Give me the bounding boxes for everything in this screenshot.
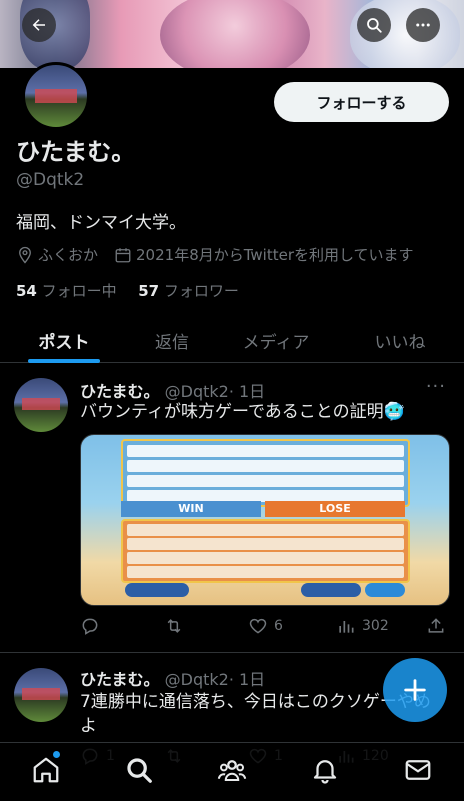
location-icon bbox=[19, 246, 31, 264]
profile-avatar[interactable] bbox=[22, 62, 90, 130]
post-more-button[interactable]: ··· bbox=[426, 376, 446, 397]
like-button[interactable]: 6 bbox=[248, 616, 283, 636]
post-header: ひたまむ。 @Dqtk2· 1日 bbox=[80, 378, 265, 402]
profile-meta: ふくおか 2021年8月からTwitterを利用しています bbox=[16, 244, 414, 265]
post-text: バウンティが味方ゲーであることの証明🥶 bbox=[80, 402, 405, 422]
follow-button[interactable]: フォローする bbox=[274, 82, 449, 122]
calendar-icon bbox=[115, 247, 131, 262]
repost-button[interactable] bbox=[164, 616, 190, 636]
post-author-name[interactable]: ひたまむ。 bbox=[80, 670, 160, 689]
nav-communities[interactable] bbox=[217, 755, 247, 785]
followers-link[interactable]: 57 フォロワー bbox=[138, 282, 239, 300]
tab-posts[interactable]: ポスト bbox=[28, 318, 100, 363]
profile-joined: 2021年8月からTwitterを利用しています bbox=[136, 246, 414, 264]
communities-icon bbox=[217, 760, 247, 781]
game-win-label: WIN bbox=[121, 501, 261, 517]
active-tab-indicator bbox=[28, 359, 100, 363]
tab-replies[interactable]: 返信 bbox=[144, 318, 200, 362]
profile-banner bbox=[0, 0, 464, 68]
post-avatar[interactable] bbox=[14, 668, 68, 722]
compose-plus-icon bbox=[404, 679, 426, 701]
search-icon bbox=[127, 758, 152, 783]
follow-counts: 54 フォロー中 57 フォロワー bbox=[16, 280, 239, 301]
game-button bbox=[125, 583, 189, 597]
bottom-navigation bbox=[0, 742, 464, 801]
profile-name: ひたまむ。 bbox=[16, 138, 136, 166]
profile-location: ふくおか bbox=[38, 246, 99, 264]
following-link[interactable]: 54 フォロー中 bbox=[16, 282, 117, 300]
more-options-button[interactable] bbox=[406, 8, 440, 42]
nav-explore[interactable] bbox=[124, 755, 154, 785]
profile-bio: 福岡、ドンマイ大学。 bbox=[16, 213, 186, 233]
profile-tabs: ポスト 返信 メディア いいね bbox=[0, 318, 464, 363]
game-result-panel bbox=[121, 439, 410, 507]
share-icon bbox=[428, 618, 444, 633]
post-avatar[interactable] bbox=[14, 378, 68, 432]
more-icon bbox=[416, 23, 430, 27]
post-author-handle[interactable]: @Dqtk2 bbox=[165, 382, 229, 401]
search-button[interactable] bbox=[357, 8, 391, 42]
post-media-image[interactable]: WIN LOSE bbox=[80, 434, 450, 606]
repost-icon bbox=[167, 619, 181, 633]
nav-messages[interactable] bbox=[403, 755, 433, 785]
post-time: · 1日 bbox=[228, 670, 266, 689]
views-button[interactable]: 302 bbox=[336, 616, 389, 636]
post-actions: 6 302 bbox=[80, 616, 448, 640]
post-author-handle[interactable]: @Dqtk2 bbox=[165, 670, 229, 689]
share-button[interactable] bbox=[426, 616, 452, 636]
back-arrow-icon bbox=[32, 19, 45, 31]
reply-icon bbox=[82, 618, 98, 635]
notification-dot bbox=[53, 751, 60, 758]
tab-likes[interactable]: いいね bbox=[364, 318, 436, 362]
nav-notifications[interactable] bbox=[310, 755, 340, 785]
reply-button[interactable] bbox=[80, 616, 106, 636]
back-button[interactable] bbox=[22, 8, 56, 42]
game-button bbox=[365, 583, 405, 597]
game-result-panel bbox=[121, 519, 410, 583]
profile-handle: @Dqtk2 bbox=[16, 170, 85, 190]
game-button bbox=[301, 583, 361, 597]
banner-art bbox=[160, 0, 310, 68]
post-divider bbox=[0, 652, 464, 653]
game-lose-label: LOSE bbox=[265, 501, 405, 517]
mail-icon bbox=[405, 760, 431, 780]
home-icon bbox=[33, 757, 59, 783]
heart-icon bbox=[249, 618, 267, 634]
compose-button[interactable] bbox=[383, 658, 447, 722]
views-icon bbox=[339, 621, 354, 633]
bell-icon bbox=[313, 760, 337, 784]
tab-media[interactable]: メディア bbox=[232, 318, 320, 362]
search-icon bbox=[367, 18, 382, 33]
post-time: · 1日 bbox=[228, 382, 266, 401]
nav-home[interactable] bbox=[31, 751, 61, 785]
post-header: ひたまむ。 @Dqtk2· 1日 bbox=[80, 666, 265, 690]
post-author-name[interactable]: ひたまむ。 bbox=[80, 382, 160, 401]
